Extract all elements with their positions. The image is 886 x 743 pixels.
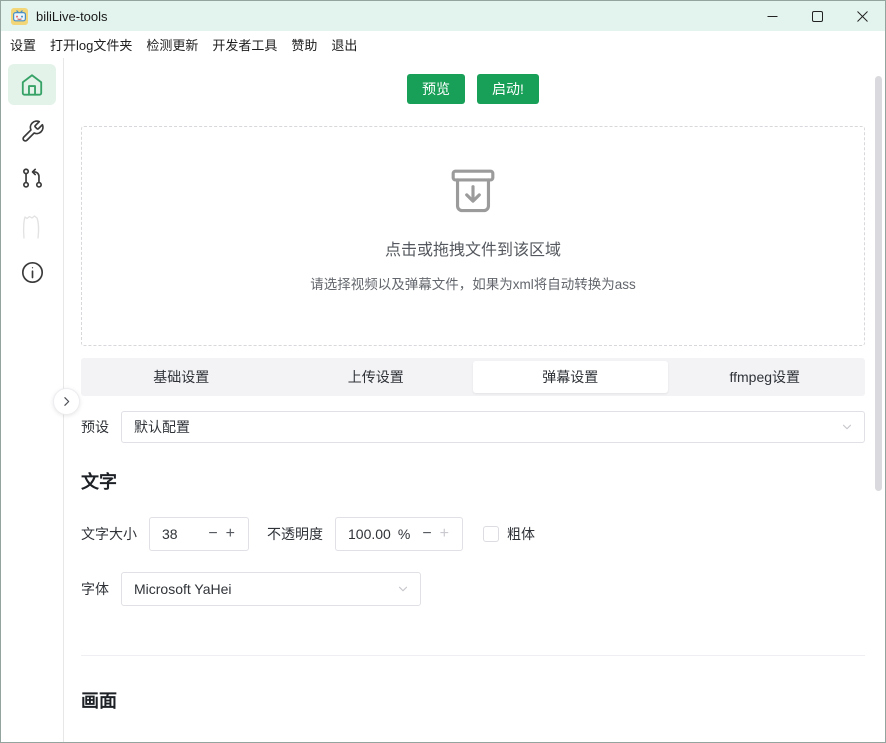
main-content: 预览 启动! 点击或拖拽文件到该区域 请选择视频以及弹幕文件，如果为xml将自动… (64, 58, 885, 742)
font-family-value: Microsoft YaHei (134, 581, 232, 597)
tab-upload-settings[interactable]: 上传设置 (279, 361, 474, 393)
archive-upload-icon (444, 162, 502, 220)
app-body: 预览 启动! 点击或拖拽文件到该区域 请选择视频以及弹幕文件，如果为xml将自动… (1, 58, 885, 742)
app-logo-icon (11, 8, 28, 25)
close-icon (857, 11, 868, 22)
preset-select-value: 默认配置 (134, 417, 190, 437)
menu-item-exit[interactable]: 退出 (324, 32, 364, 57)
menu-item-devtools[interactable]: 开发者工具 (205, 32, 284, 57)
maximize-icon (812, 11, 823, 22)
git-compare-icon (20, 166, 45, 191)
faint-icon (17, 210, 47, 242)
section-title-text: 文字 (81, 468, 865, 494)
menu-item-check-update[interactable]: 检测更新 (139, 32, 205, 57)
opacity-label: 不透明度 (267, 524, 323, 544)
preview-button[interactable]: 预览 (407, 74, 465, 104)
opacity-value: 100.00 (348, 526, 398, 542)
menu-item-open-log-folder[interactable]: 打开log文件夹 (43, 32, 139, 57)
font-size-value: 38 (162, 526, 204, 542)
sidebar-item-faded[interactable] (8, 205, 56, 246)
font-size-input[interactable]: 38 − + (149, 517, 249, 551)
chevron-right-icon (60, 395, 73, 408)
opacity-suffix: % (398, 526, 410, 542)
font-family-label: 字体 (81, 579, 109, 599)
menu-item-settings[interactable]: 设置 (3, 32, 43, 57)
preset-label: 预设 (81, 417, 109, 437)
opacity-input[interactable]: 100.00 % − + (335, 517, 463, 551)
tab-danmaku-settings[interactable]: 弹幕设置 (473, 361, 668, 393)
font-family-row: 字体 Microsoft YaHei (81, 572, 865, 606)
menu-item-sponsor[interactable]: 赞助 (284, 32, 324, 57)
font-size-plus-button[interactable]: + (222, 526, 239, 542)
font-family-select[interactable]: Microsoft YaHei (121, 572, 421, 606)
chevron-down-icon (840, 420, 854, 434)
chevron-down-icon (396, 582, 410, 596)
settings-tabbar: 基础设置 上传设置 弹幕设置 ffmpeg设置 (81, 358, 865, 396)
close-button[interactable] (840, 1, 885, 31)
minimize-button[interactable] (750, 1, 795, 31)
sidebar-item-tools[interactable] (8, 111, 56, 152)
vertical-scrollbar-thumb[interactable] (875, 76, 882, 491)
section-title-screen: 画面 (81, 687, 865, 713)
maximize-button[interactable] (795, 1, 840, 31)
action-buttons: 预览 启动! (81, 74, 865, 104)
home-icon (19, 72, 45, 98)
preset-row: 预设 默认配置 (81, 411, 865, 443)
dropzone-main-text: 点击或拖拽文件到该区域 (385, 236, 561, 260)
opacity-plus-button[interactable]: + (436, 526, 453, 542)
opacity-minus-button[interactable]: − (418, 526, 435, 542)
dropzone-sub-text: 请选择视频以及弹幕文件，如果为xml将自动转换为ass (310, 273, 636, 293)
font-size-minus-button[interactable]: − (204, 526, 221, 542)
sidebar-item-workflow[interactable] (8, 158, 56, 199)
window-title: biliLive-tools (36, 9, 108, 24)
title-bar: biliLive-tools (1, 1, 885, 31)
info-icon (20, 260, 45, 285)
bold-checkbox[interactable] (483, 526, 499, 542)
sidebar-expand-button[interactable] (53, 388, 80, 415)
preset-select[interactable]: 默认配置 (121, 411, 865, 443)
section-divider (81, 655, 865, 656)
sidebar-item-home[interactable] (8, 64, 56, 105)
tab-ffmpeg-settings[interactable]: ffmpeg设置 (668, 361, 863, 393)
menu-bar: 设置 打开log文件夹 检测更新 开发者工具 赞助 退出 (1, 31, 885, 58)
font-size-label: 文字大小 (81, 524, 137, 544)
app-window: biliLive-tools 设置 打开log文件夹 检测更新 开发者工具 赞助… (0, 0, 886, 743)
wrench-icon (20, 119, 45, 144)
text-fields-row: 文字大小 38 − + 不透明度 100.00 % − + 粗体 (81, 517, 865, 551)
tab-basic-settings[interactable]: 基础设置 (84, 361, 279, 393)
minimize-icon (767, 11, 778, 22)
start-button[interactable]: 启动! (477, 74, 539, 104)
bold-label: 粗体 (507, 524, 535, 544)
window-controls (750, 1, 885, 31)
sidebar-item-about[interactable] (8, 252, 56, 293)
file-dropzone[interactable]: 点击或拖拽文件到该区域 请选择视频以及弹幕文件，如果为xml将自动转换为ass (81, 126, 865, 346)
